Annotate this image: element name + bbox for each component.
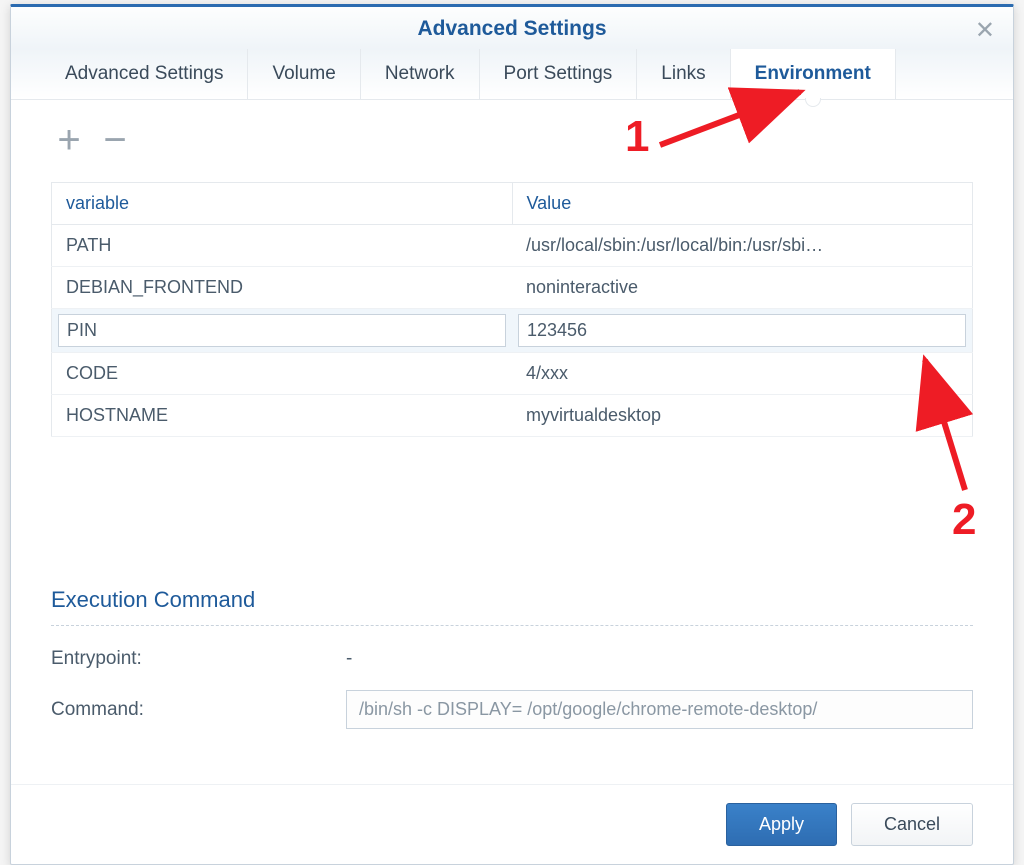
dialog-title: Advanced Settings xyxy=(417,17,606,40)
tab-volume[interactable]: Volume xyxy=(248,49,360,99)
tab-environment[interactable]: Environment xyxy=(731,49,896,99)
env-var-name: DEBIAN_FRONTEND xyxy=(52,267,513,309)
env-var-name: CODE xyxy=(52,353,513,395)
table-row[interactable]: DEBIAN_FRONTEND noninteractive xyxy=(52,267,973,309)
dialog-header: Advanced Settings ✕ xyxy=(11,7,1013,49)
content-area: + − variable Value PATH /usr/local/sbin:… xyxy=(11,100,1013,784)
env-var-value-input[interactable] xyxy=(518,314,966,347)
entrypoint-value: - xyxy=(346,648,352,670)
dialog-footer: Apply Cancel xyxy=(11,784,1013,864)
env-var-name-input[interactable] xyxy=(58,314,506,347)
entrypoint-row: Entrypoint: - xyxy=(51,648,973,670)
table-row-selected[interactable] xyxy=(52,309,973,353)
command-input[interactable] xyxy=(346,690,973,729)
column-header-value[interactable]: Value xyxy=(512,183,973,225)
tabs-bar: Advanced Settings Volume Network Port Se… xyxy=(11,49,1013,100)
table-row[interactable]: PATH /usr/local/sbin:/usr/local/bin:/usr… xyxy=(52,225,973,267)
tab-network[interactable]: Network xyxy=(361,49,480,99)
env-var-name: HOSTNAME xyxy=(52,395,513,437)
close-icon[interactable]: ✕ xyxy=(975,19,995,43)
execution-command-title: Execution Command xyxy=(51,587,973,626)
env-var-value: 4/xxx xyxy=(512,353,973,395)
entrypoint-label: Entrypoint: xyxy=(51,648,346,670)
command-row: Command: xyxy=(51,690,973,729)
env-toolbar: + − xyxy=(51,120,973,160)
add-icon[interactable]: + xyxy=(51,120,87,160)
env-variables-table: variable Value PATH /usr/local/sbin:/usr… xyxy=(51,182,973,437)
table-row[interactable]: HOSTNAME myvirtualdesktop xyxy=(52,395,973,437)
env-var-value: /usr/local/sbin:/usr/local/bin:/usr/sbi… xyxy=(512,225,973,267)
command-label: Command: xyxy=(51,699,346,721)
tab-advanced-settings[interactable]: Advanced Settings xyxy=(41,49,248,99)
apply-button[interactable]: Apply xyxy=(726,803,837,846)
env-var-name: PATH xyxy=(52,225,513,267)
tab-port-settings[interactable]: Port Settings xyxy=(480,49,638,99)
env-var-value: noninteractive xyxy=(512,267,973,309)
cancel-button[interactable]: Cancel xyxy=(851,803,973,846)
advanced-settings-dialog: Advanced Settings ✕ Advanced Settings Vo… xyxy=(10,4,1014,865)
column-header-variable[interactable]: variable xyxy=(52,183,513,225)
table-row[interactable]: CODE 4/xxx xyxy=(52,353,973,395)
remove-icon[interactable]: − xyxy=(97,120,133,160)
tab-links[interactable]: Links xyxy=(637,49,730,99)
env-var-value: myvirtualdesktop xyxy=(512,395,973,437)
